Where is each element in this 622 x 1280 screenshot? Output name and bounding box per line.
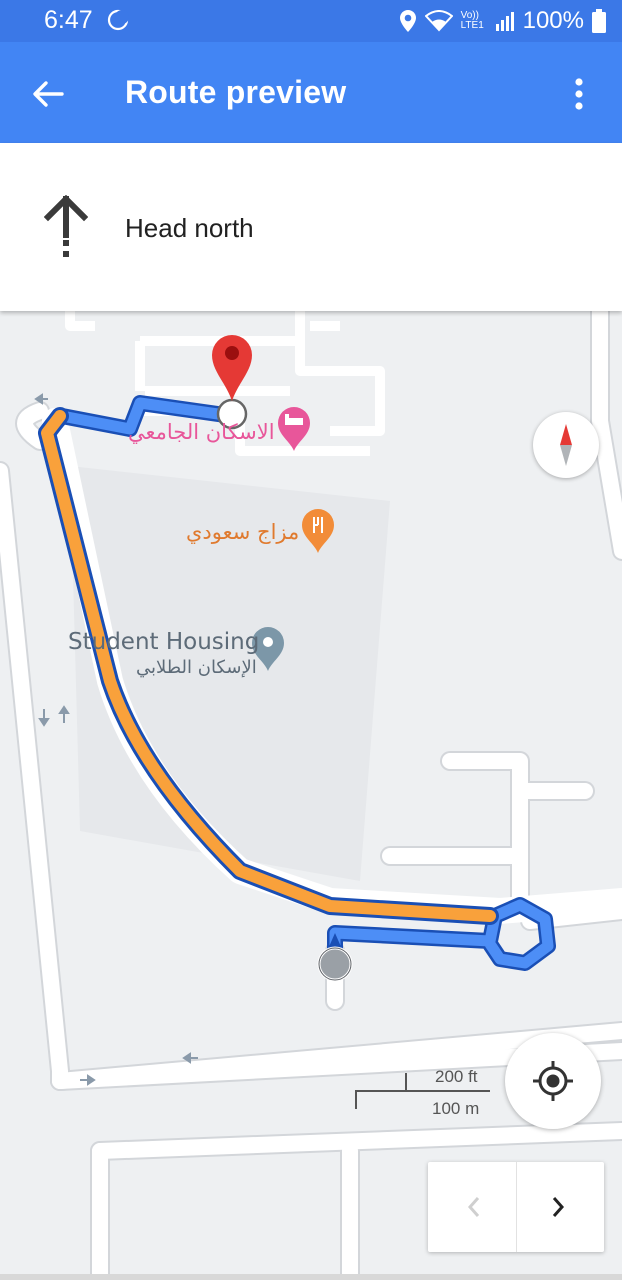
page-title: Route preview xyxy=(125,74,347,110)
next-step-button[interactable] xyxy=(516,1162,604,1252)
previous-step-button[interactable] xyxy=(428,1162,517,1252)
scale-meters: 100 m xyxy=(432,1099,480,1118)
map-scale: 200 ft 100 m xyxy=(355,1067,495,1118)
step-navigation xyxy=(428,1162,604,1252)
poi-label-housing-arabic[interactable]: الإسكان الطلابي xyxy=(136,657,257,678)
battery-icon xyxy=(592,9,606,33)
do-not-disturb-moon-icon xyxy=(107,9,129,31)
signal-icon xyxy=(495,12,514,31)
status-bar: 6:47 Vo)) LTE1 100% xyxy=(0,0,622,42)
poi-label-hotel[interactable]: الاسكان الجامعي xyxy=(128,420,275,444)
my-location-button[interactable] xyxy=(505,1033,601,1129)
status-time: 6:47 xyxy=(44,6,93,34)
more-vert-icon[interactable] xyxy=(572,76,586,112)
arrow-up-icon xyxy=(44,195,88,257)
scale-feet: 200 ft xyxy=(435,1067,478,1086)
bottom-edge xyxy=(0,1274,622,1280)
poi-label-restaurant[interactable]: مزاج سعودي xyxy=(186,520,299,544)
map-view[interactable]: الاسكان الجامعي مزاج سعودي Student Housi… xyxy=(0,311,622,1280)
map-base xyxy=(0,311,622,1280)
poi-label-housing[interactable]: Student Housing xyxy=(68,629,259,655)
app-bar: Route preview xyxy=(0,42,622,143)
direction-instruction: Head north xyxy=(125,213,254,243)
network-label: Vo)) LTE1 xyxy=(460,10,484,31)
my-location-icon xyxy=(533,1061,573,1101)
compass-button[interactable] xyxy=(533,412,599,478)
chevron-right-icon xyxy=(552,1197,565,1217)
compass-icon xyxy=(560,424,572,466)
arrow-back-icon[interactable] xyxy=(30,76,66,112)
wifi-icon xyxy=(424,10,453,32)
direction-card[interactable]: Head north xyxy=(0,143,622,311)
chevron-left-icon xyxy=(467,1197,480,1217)
battery-percent: 100% xyxy=(522,7,584,34)
location-icon xyxy=(399,10,416,32)
